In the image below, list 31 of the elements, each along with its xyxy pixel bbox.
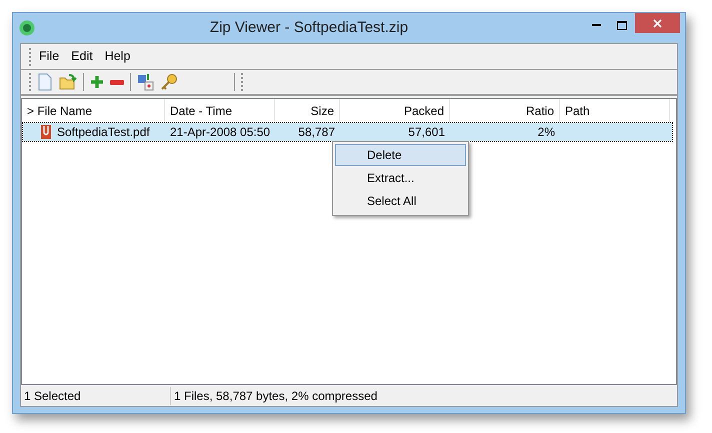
table-cell-text: 58,787 (298, 124, 335, 141)
menu-item[interactable]: Extract... (335, 167, 466, 189)
column-header[interactable]: Date - Time (170, 102, 232, 120)
column-header[interactable]: Size (310, 102, 334, 120)
column-header[interactable]: > File Name (27, 102, 92, 120)
status-text: 1 Files, 58,787 bytes, 2% compressed (173, 388, 378, 404)
close-icon (653, 18, 662, 28)
table-cell-text: 2% (538, 124, 555, 141)
window-title: Zip Viewer - SoftpediaTest.zip (210, 18, 408, 36)
close-button[interactable] (635, 13, 680, 33)
plus-icon[interactable] (90, 75, 104, 89)
open-folder-icon[interactable] (59, 74, 77, 90)
new-file-icon[interactable] (37, 73, 53, 91)
column-header[interactable]: Path (565, 102, 590, 120)
table-cell-text: 57,601 (408, 124, 445, 141)
menu-item[interactable]: Help (102, 47, 132, 66)
extract-icon[interactable] (137, 73, 154, 91)
key-icon[interactable] (160, 73, 178, 91)
menu-item[interactable]: Select All (335, 190, 466, 212)
minus-icon[interactable] (110, 80, 124, 84)
column-header[interactable]: Ratio (526, 102, 554, 120)
menu-item[interactable]: Edit (69, 47, 95, 66)
status-text: 1 Selected (21, 386, 171, 404)
menu-item[interactable]: File (37, 47, 62, 66)
menu-item[interactable]: Delete (335, 144, 466, 166)
table-cell-text: 21-Apr-2008 05:50 (170, 124, 270, 141)
pdf-file-icon (40, 124, 52, 140)
table-row[interactable]: SoftpediaTest.pdf 21-Apr-2008 05:50 58,787 57,601 2% (23, 123, 672, 141)
table-cell-text: SoftpediaTest.pdf (57, 124, 150, 141)
column-header[interactable]: Packed (404, 102, 444, 120)
app-icon (19, 20, 35, 36)
